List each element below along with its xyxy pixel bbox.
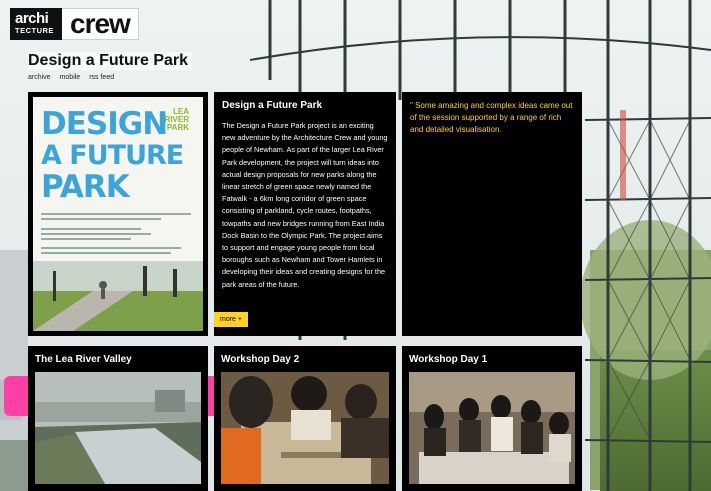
lea-river-valley-photo bbox=[35, 372, 201, 484]
sub-navigation: archive mobile rss feed bbox=[28, 74, 114, 81]
quote-text: " Some amazing and complex ideas came ou… bbox=[410, 101, 573, 134]
card-title: The Lea River Valley bbox=[35, 354, 132, 365]
subnav-rss-feed-link[interactable]: rss feed bbox=[89, 74, 114, 81]
description-panel: Design a Future Park The Design a Future… bbox=[214, 92, 396, 336]
description-body: The Design a Future Park project is an e… bbox=[222, 121, 388, 289]
poster-headline-line1: DESIGN bbox=[41, 106, 168, 142]
card-lea-river-valley[interactable]: The Lea River Valley bbox=[28, 346, 208, 491]
workshop-day-1-photo bbox=[409, 372, 575, 484]
workshop-day-2-photo bbox=[221, 372, 389, 484]
card-title: Workshop Day 2 bbox=[221, 354, 300, 365]
card-workshop-day-2[interactable]: Workshop Day 2 bbox=[214, 346, 396, 491]
poster-park-photo bbox=[33, 261, 203, 331]
logo-crew-text: crew bbox=[62, 8, 139, 40]
poster-headline-line2: A FUTURE bbox=[41, 140, 184, 171]
poster-park-word: PARK bbox=[166, 123, 189, 132]
subnav-mobile-link[interactable]: mobile bbox=[60, 74, 81, 81]
poster-headline-line3: PARK bbox=[41, 169, 130, 205]
more-button[interactable]: more + bbox=[214, 312, 248, 327]
page-title: Design a Future Park bbox=[28, 52, 193, 70]
description-title: Design a Future Park bbox=[222, 100, 323, 111]
logo-archi-text: archi bbox=[15, 10, 49, 27]
poster-lea-river-park: LEA RIVER PARK bbox=[165, 108, 189, 132]
subnav-archive-link[interactable]: archive bbox=[28, 74, 51, 81]
logo-archi-block: archi TECTURE bbox=[10, 8, 62, 40]
poster-panel[interactable]: DESIGN LEA RIVER PARK A FUTURE PARK bbox=[28, 92, 208, 336]
quote-panel: " Some amazing and complex ideas came ou… bbox=[402, 92, 582, 336]
logo-tecture-text: TECTURE bbox=[15, 26, 54, 35]
site-logo[interactable]: archi TECTURE crew bbox=[10, 8, 139, 40]
card-workshop-day-1[interactable]: Workshop Day 1 bbox=[402, 346, 582, 491]
card-title: Workshop Day 1 bbox=[409, 354, 488, 365]
design-a-future-park-poster: DESIGN LEA RIVER PARK A FUTURE PARK bbox=[33, 97, 203, 331]
